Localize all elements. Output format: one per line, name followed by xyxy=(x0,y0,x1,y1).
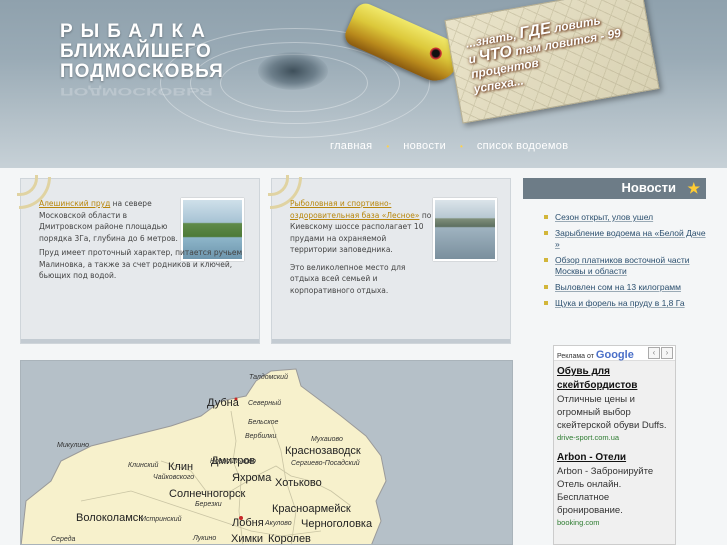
ad-title[interactable]: Arbon - Отели xyxy=(557,451,672,465)
ad-desc: Отличные цены и огромный выбор скейтерск… xyxy=(557,394,667,431)
map-label[interactable]: Яхрома xyxy=(232,472,271,484)
feature-box-lesnoe: Рыболовная и спортивно-оздоровительная б… xyxy=(268,175,511,344)
ad-url[interactable]: booking.com xyxy=(557,518,672,527)
news-list: Сезон открыт, улов ушел Зарыбление водое… xyxy=(540,212,710,314)
nav-news[interactable]: новости xyxy=(403,140,446,153)
map-label[interactable]: Краснозаводск xyxy=(285,445,361,457)
ad-next-button[interactable]: › xyxy=(661,347,673,359)
region-map[interactable]: Талдомский Дубна Северный Бельское Верби… xyxy=(20,360,513,545)
ad-title[interactable]: Обувь для скейтбордистов xyxy=(557,365,672,393)
ad-header: Реклама от Google ‹ › xyxy=(554,346,675,361)
map-label[interactable]: Лобня xyxy=(232,517,264,529)
map-label[interactable]: Клинский xyxy=(128,462,158,469)
news-header: Новости ★ xyxy=(523,178,706,199)
water-drop xyxy=(258,52,328,90)
map-label[interactable]: Вербилки xyxy=(245,433,276,440)
logo-line-1: РЫБАЛКА xyxy=(60,21,213,42)
map-label[interactable]: Клин xyxy=(168,461,193,473)
map-label[interactable]: Химки xyxy=(231,533,263,544)
map-label[interactable]: Бельское xyxy=(248,419,278,426)
map-label[interactable]: Дубна xyxy=(207,397,239,409)
nav-separator: • xyxy=(386,142,390,151)
nav-water-list[interactable]: список водоемов xyxy=(477,140,569,153)
map-label[interactable]: Северный xyxy=(248,400,281,407)
star-icon: ★ xyxy=(687,180,700,196)
map-label[interactable]: Талдомский xyxy=(249,374,288,381)
map-label[interactable]: Солнечногорск xyxy=(169,488,245,500)
site-header: РЫБАЛКА БЛИЖАЙШЕГО ПОДМОСКОВЬЯ ПОДМОСКОВ… xyxy=(0,0,727,168)
map-label[interactable]: Лукино xyxy=(193,535,216,542)
ad-url[interactable]: drive-sport.com.ua xyxy=(557,433,672,442)
slogan-part: и xyxy=(467,51,478,67)
map-label[interactable]: Чайковского xyxy=(153,474,194,481)
ad-label: Реклама от xyxy=(557,353,594,360)
map-label[interactable]: Красноармейск xyxy=(272,503,351,515)
map-label[interactable]: Черноголовка xyxy=(301,518,372,530)
feature-text-2: Пруд имеет проточный характер, питается … xyxy=(39,247,249,288)
news-item[interactable]: Сезон открыт, улов ушел xyxy=(540,212,710,223)
feature-text: Алешинский пруд на севере Московской обл… xyxy=(39,198,179,250)
news-item[interactable]: Обзор платников восточной части Москвы и… xyxy=(540,255,710,277)
news-item[interactable]: Зарыбление водоема на «Белой Даче » xyxy=(540,228,710,250)
map-label[interactable]: Новосильково xyxy=(210,458,256,465)
lake-photo[interactable] xyxy=(433,198,497,261)
feature-text: Рыболовная и спортивно-оздоровительная б… xyxy=(290,198,432,302)
map-label[interactable]: Березки xyxy=(195,501,222,508)
map-label[interactable]: Королев xyxy=(268,533,311,544)
google-ad-block: Реклама от Google ‹ › Обувь для скейтбор… xyxy=(553,345,676,545)
logo-line-2: БЛИЖАЙШЕГО xyxy=(60,41,212,62)
slogan-note: ...знать, ГДЕ ловить и ЧТО там ловится -… xyxy=(444,0,660,124)
logo-line-3: ПОДМОСКОВЬЯ xyxy=(60,61,224,82)
map-label[interactable]: Мухаиово xyxy=(311,436,343,443)
map-label[interactable]: Акулово xyxy=(265,520,292,527)
main-nav: главная • новости • список водоемов xyxy=(330,140,568,153)
map-label[interactable]: Сергиево-Посадский xyxy=(291,460,360,467)
feature-link[interactable]: Алешинский пруд xyxy=(39,199,110,208)
nav-separator: • xyxy=(460,142,463,151)
map-label[interactable]: Истринский xyxy=(141,516,182,523)
map-label[interactable]: Волоколамск xyxy=(76,512,143,524)
site-logo[interactable]: РЫБАЛКА БЛИЖАЙШЕГО ПОДМОСКОВЬЯ xyxy=(60,22,224,82)
feature-link[interactable]: Рыболовная и спортивно-оздоровительная б… xyxy=(290,199,419,220)
feature-desc-2: Пруд имеет проточный характер, питается … xyxy=(39,248,243,280)
nav-home[interactable]: главная xyxy=(330,140,372,153)
news-item[interactable]: Щука и форель на пруду в 1,8 Га xyxy=(540,298,710,309)
google-logo[interactable]: Google xyxy=(596,349,634,361)
logo-reflection: ПОДМОСКОВЬЯ xyxy=(60,85,213,98)
ad-desc: Arbon - Забронируйте Отель онлайн. Беспл… xyxy=(557,466,654,516)
ad-prev-button[interactable]: ‹ xyxy=(648,347,660,359)
feature-desc-2: Это великолепное место для отдыха всей с… xyxy=(290,262,406,295)
map-label[interactable]: Микулино xyxy=(57,442,89,449)
map-label[interactable]: Хотьково xyxy=(275,477,322,489)
map-label[interactable]: Середа xyxy=(51,536,75,543)
feature-box-aleshinsky: Алешинский пруд на севере Московской обл… xyxy=(17,175,260,344)
news-item[interactable]: Выловлен сом на 13 килограмм xyxy=(540,282,710,293)
news-title: Новости xyxy=(621,180,676,195)
